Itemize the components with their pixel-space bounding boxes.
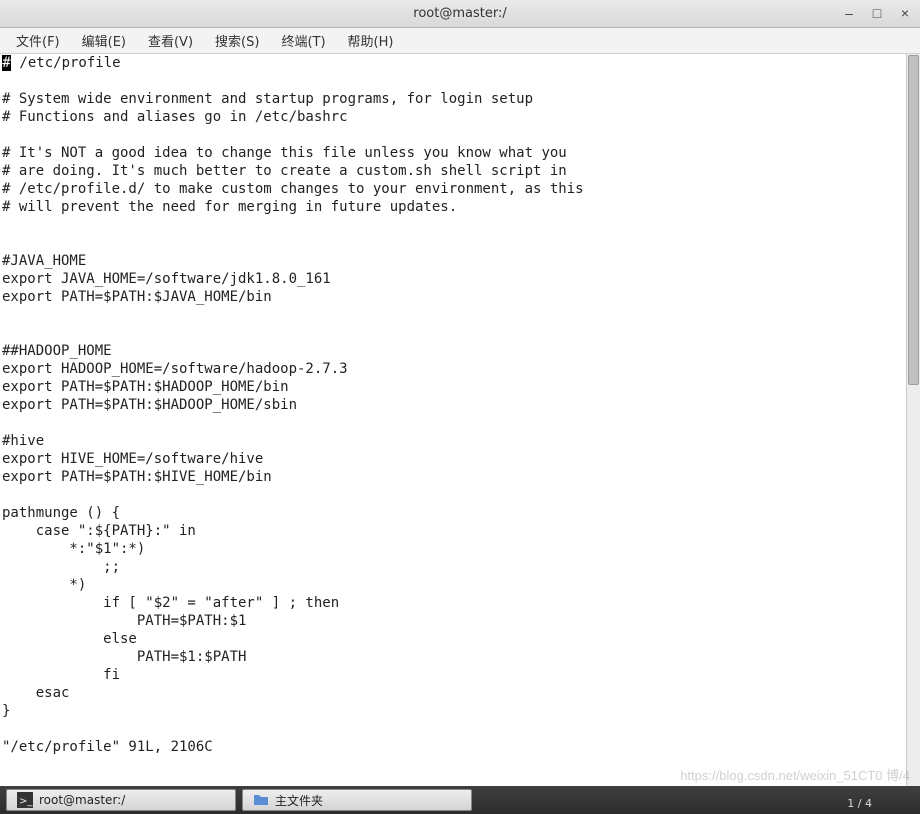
menu-help[interactable]: 帮助(H) — [340, 28, 402, 53]
menu-file[interactable]: 文件(F) — [8, 28, 68, 53]
taskbar-item-terminal[interactable]: >_ root@master:/ — [6, 789, 236, 811]
taskbar-item-label: 主文件夹 — [275, 792, 323, 809]
window-buttons: – □ × — [840, 4, 914, 22]
terminal-area: # /etc/profile # System wide environment… — [0, 54, 920, 786]
terminal-icon: >_ — [17, 792, 33, 808]
minimize-button[interactable]: – — [840, 4, 858, 22]
menu-view[interactable]: 查看(V) — [140, 28, 201, 53]
menu-edit[interactable]: 编辑(E) — [74, 28, 134, 53]
window-title: root@master:/ — [413, 6, 506, 21]
maximize-button[interactable]: □ — [868, 4, 886, 22]
menu-search[interactable]: 搜索(S) — [207, 28, 267, 53]
close-button[interactable]: × — [896, 4, 914, 22]
folder-icon — [253, 792, 269, 808]
svg-text:>_: >_ — [19, 796, 33, 807]
menu-terminal[interactable]: 终端(T) — [273, 28, 333, 53]
window-titlebar: root@master:/ – □ × — [0, 0, 920, 28]
menubar: 文件(F) 编辑(E) 查看(V) 搜索(S) 终端(T) 帮助(H) — [0, 28, 920, 54]
scrollbar[interactable] — [906, 54, 920, 786]
scrollbar-thumb[interactable] — [908, 55, 919, 385]
terminal-content[interactable]: # /etc/profile # System wide environment… — [0, 54, 906, 786]
taskbar: >_ root@master:/ 主文件夹 — [0, 786, 920, 814]
taskbar-item-files[interactable]: 主文件夹 — [242, 789, 472, 811]
tray-page: 1 / 4 — [847, 797, 872, 810]
taskbar-item-label: root@master:/ — [39, 793, 125, 807]
